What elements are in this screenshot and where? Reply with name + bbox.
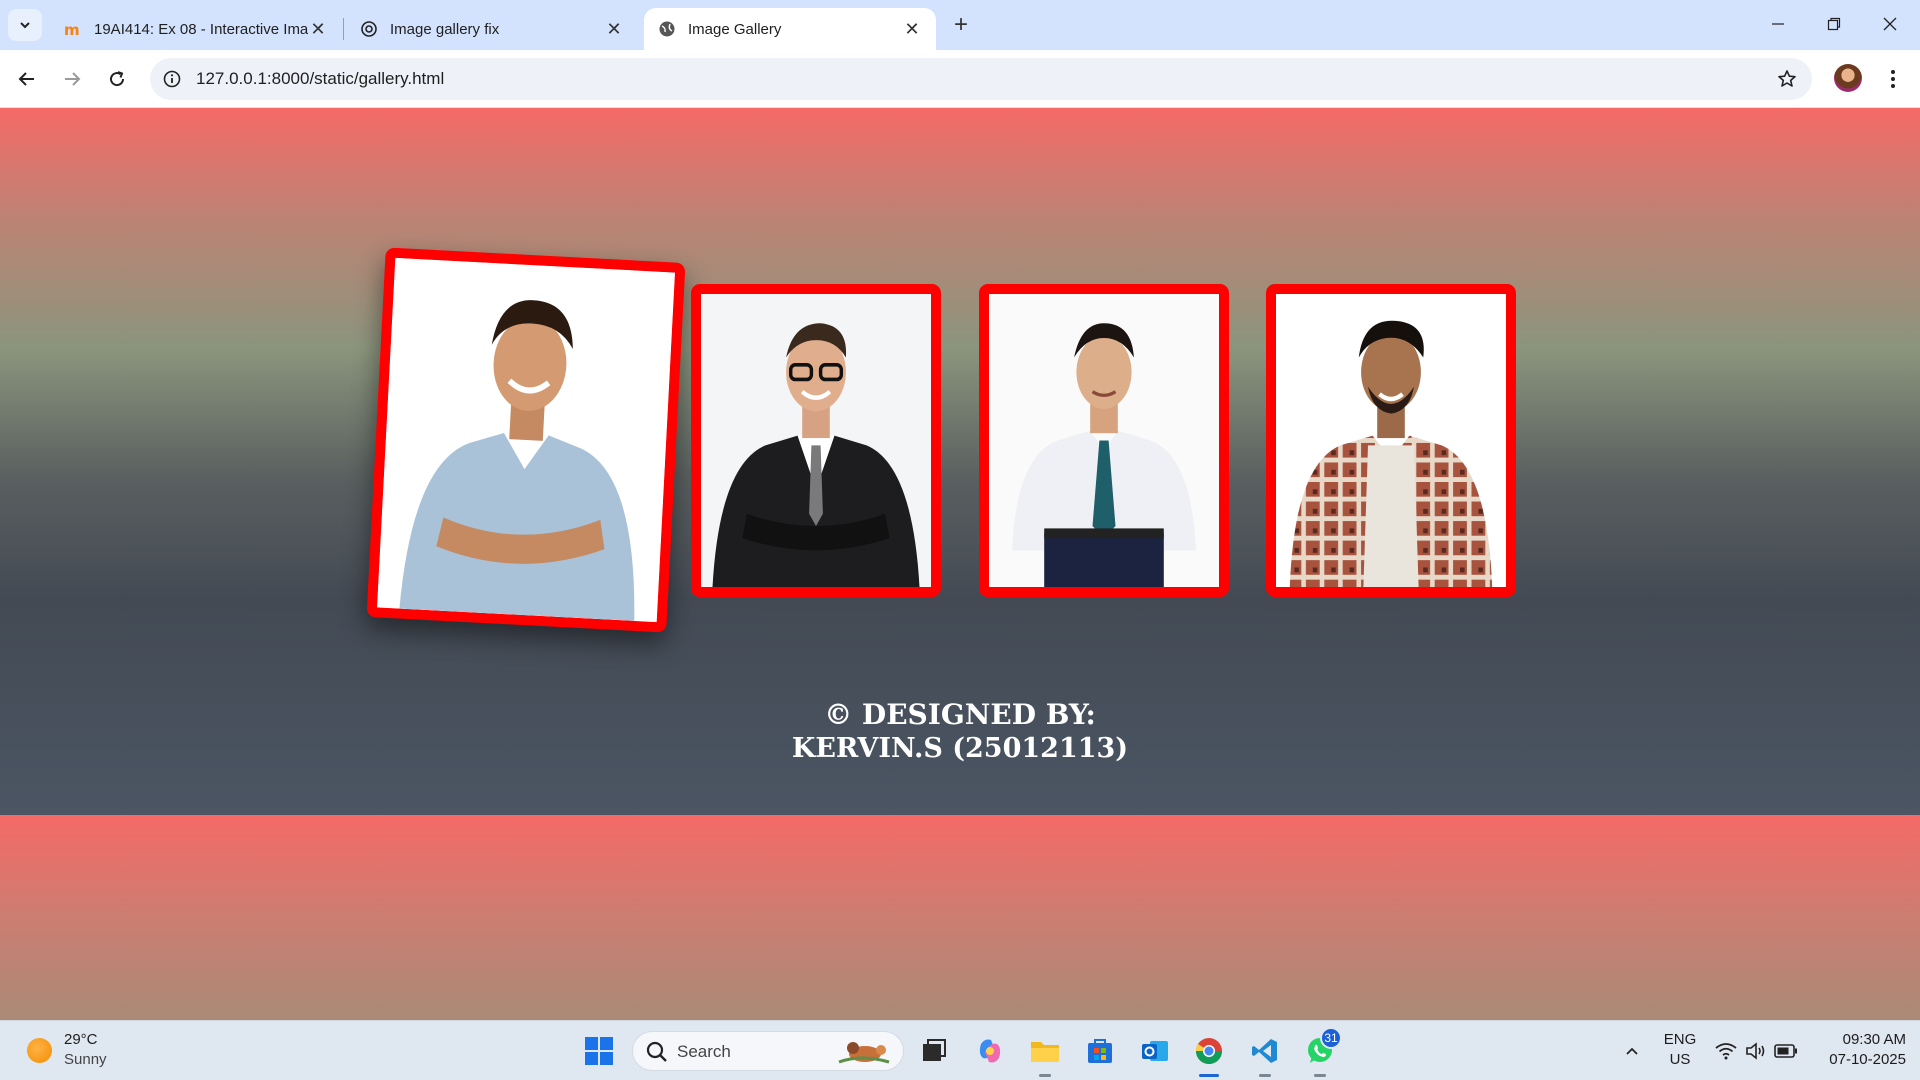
start-button[interactable]	[581, 1033, 617, 1069]
new-tab-button[interactable]: +	[946, 11, 976, 39]
moodle-icon: m	[64, 20, 82, 38]
bookmark-star-icon[interactable]	[1774, 66, 1800, 92]
taskbar-search-box[interactable]: Search	[632, 1031, 904, 1071]
arrow-left-icon	[18, 72, 34, 86]
clock-time: 09:30 AM	[1842, 1031, 1906, 1048]
weather-temperature: 29°C	[64, 1031, 98, 1048]
task-view-icon	[923, 1039, 946, 1061]
show-hidden-icons-button[interactable]	[1614, 1033, 1650, 1069]
battery-icon[interactable]	[1768, 1033, 1804, 1069]
tab-title: Image gallery fix	[390, 20, 500, 38]
notification-badge: 31	[1320, 1027, 1342, 1049]
portrait-man-white-shirt-tie	[989, 294, 1219, 587]
minimize-button[interactable]	[1750, 0, 1806, 48]
portrait-man-blue-shirt	[377, 257, 675, 623]
tab-strip: m 19AI414: Ex 08 - Interactive Ima ✕ Ima…	[0, 0, 1920, 50]
chatgpt-icon	[360, 20, 378, 38]
tab-moodle[interactable]: m 19AI414: Ex 08 - Interactive Ima ✕	[50, 8, 342, 50]
page-lower-background	[0, 815, 1920, 1020]
windows-taskbar: 29°C Sunny Search 31 ENG US 09:30 AM 07-…	[0, 1020, 1920, 1080]
active-indicator	[1199, 1074, 1219, 1077]
file-explorer-button[interactable]	[1027, 1033, 1063, 1077]
close-icon[interactable]: ✕	[604, 19, 624, 39]
chevron-up-icon	[1626, 1047, 1638, 1055]
store-icon	[1088, 1039, 1112, 1063]
footer-author: KERVIN.S (25012113)	[791, 733, 1129, 764]
copilot-button[interactable]	[972, 1033, 1008, 1069]
region-label: US	[1669, 1051, 1691, 1068]
chrome-icon	[1195, 1038, 1223, 1065]
outlook-icon	[1142, 1041, 1168, 1061]
forward-button[interactable]	[55, 62, 89, 96]
weather-condition: Sunny	[64, 1051, 107, 1068]
tab-separator	[343, 18, 344, 40]
running-indicator	[1039, 1074, 1051, 1077]
running-indicator	[1259, 1074, 1271, 1077]
arrow-right-icon	[65, 72, 81, 86]
back-button[interactable]	[10, 62, 44, 96]
close-window-button[interactable]	[1862, 0, 1918, 48]
windows-logo-icon	[585, 1037, 613, 1065]
tab-title: Image Gallery	[688, 20, 782, 38]
chevron-down-icon	[20, 22, 30, 29]
gallery-image-4[interactable]	[1266, 284, 1516, 597]
gallery-image-1[interactable]	[366, 247, 686, 633]
restore-button[interactable]	[1806, 0, 1862, 48]
clock-date: 07-10-2025	[1829, 1051, 1906, 1068]
tab-title: 19AI414: Ex 08 - Interactive Ima	[94, 20, 308, 38]
vscode-icon	[1252, 1039, 1277, 1063]
close-icon	[1883, 17, 1897, 31]
tab-image-gallery[interactable]: Image Gallery ✕	[644, 8, 936, 50]
tab-search-button[interactable]	[8, 9, 42, 41]
sun-icon	[27, 1038, 52, 1063]
profile-avatar[interactable]	[1834, 64, 1862, 92]
url-text[interactable]: 127.0.0.1:8000/static/gallery.html	[196, 69, 444, 89]
portrait-man-black-suit	[701, 294, 931, 587]
address-bar[interactable]: 127.0.0.1:8000/static/gallery.html	[150, 58, 1812, 100]
gallery-image-3[interactable]	[979, 284, 1229, 597]
page-viewport: © DESIGNED BY: KERVIN.S (25012113)	[0, 108, 1920, 1020]
tab-chatgpt[interactable]: Image gallery fix ✕	[346, 8, 638, 50]
globe-icon	[658, 20, 676, 38]
reload-icon	[110, 71, 125, 87]
gallery-image-2[interactable]	[691, 284, 941, 597]
svg-text:m: m	[64, 21, 80, 38]
minimize-icon	[1772, 23, 1784, 25]
more-vertical-icon	[1891, 70, 1895, 88]
copilot-icon	[979, 1039, 1001, 1063]
browser-toolbar: 127.0.0.1:8000/static/gallery.html	[0, 50, 1920, 108]
search-icon	[646, 1041, 667, 1062]
site-info-icon[interactable]	[160, 67, 184, 91]
search-highlight-icon	[838, 1042, 890, 1064]
chrome-button[interactable]	[1191, 1033, 1227, 1077]
restore-icon	[1827, 17, 1841, 31]
close-icon[interactable]: ✕	[902, 19, 922, 39]
task-view-button[interactable]	[916, 1033, 952, 1069]
outlook-button[interactable]	[1137, 1033, 1173, 1069]
whatsapp-button[interactable]: 31	[1302, 1027, 1342, 1077]
vscode-button[interactable]	[1247, 1033, 1283, 1077]
close-icon[interactable]: ✕	[308, 19, 328, 39]
language-label: ENG	[1663, 1031, 1697, 1048]
reload-button[interactable]	[100, 62, 134, 96]
footer-designed-by: © DESIGNED BY:	[824, 698, 1096, 731]
microsoft-store-button[interactable]	[1082, 1033, 1118, 1069]
search-label: Search	[677, 1042, 731, 1061]
browser-menu-button[interactable]	[1880, 64, 1906, 94]
portrait-man-plaid-shirt	[1276, 294, 1506, 587]
running-indicator	[1314, 1074, 1326, 1077]
folder-icon	[1031, 1042, 1059, 1062]
